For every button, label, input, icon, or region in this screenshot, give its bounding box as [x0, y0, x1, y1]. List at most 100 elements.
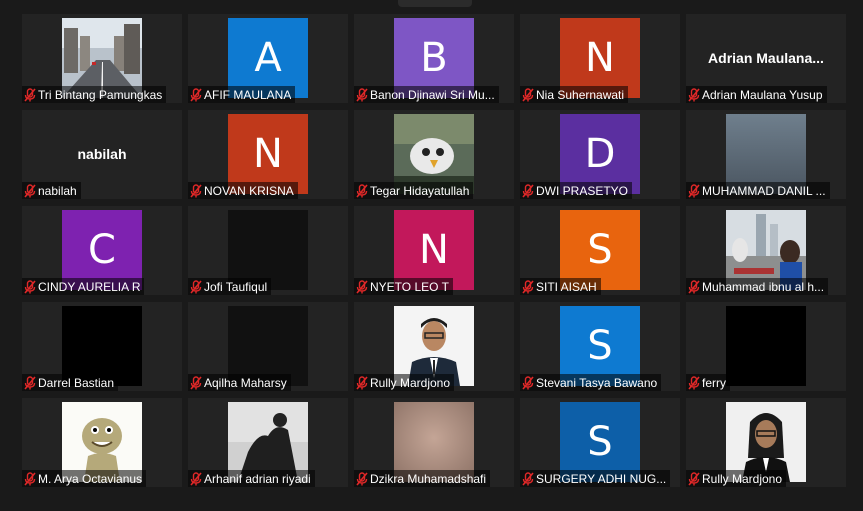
- participant-name-label: nabilah: [22, 182, 81, 199]
- participant-name: Rully Mardjono: [370, 375, 451, 390]
- participant-name: Nia Suhernawati: [536, 87, 625, 102]
- participant-tile[interactable]: Tri Bintang Pamungkas: [22, 14, 182, 103]
- participant-name: Stevani Tasya Bawano: [536, 375, 658, 390]
- muted-mic-icon: [22, 471, 38, 487]
- participant-name: CINDY AURELIA R: [38, 279, 141, 294]
- participant-name-label: Darrel Bastian: [22, 374, 119, 391]
- participant-name: MUHAMMAD DANIL ...: [702, 183, 826, 198]
- muted-mic-icon: [520, 375, 536, 391]
- muted-mic-icon: [188, 87, 204, 103]
- participant-tile[interactable]: Jofi Taufiqul: [188, 206, 348, 295]
- participant-tile[interactable]: nabilah nabilah: [22, 110, 182, 199]
- muted-mic-icon: [188, 279, 204, 295]
- muted-mic-icon: [520, 183, 536, 199]
- muted-mic-icon: [22, 279, 38, 295]
- muted-mic-icon: [188, 375, 204, 391]
- muted-mic-icon: [188, 183, 204, 199]
- participant-name: Rully Mardjono: [702, 471, 783, 486]
- muted-mic-icon: [354, 279, 370, 295]
- participant-name-label: Tegar Hidayatullah: [354, 182, 474, 199]
- participant-name: DWI PRASETYO: [536, 183, 629, 198]
- participant-tile[interactable]: S SURGERY ADHI NUG...: [520, 398, 680, 487]
- muted-mic-icon: [22, 375, 38, 391]
- participant-name: Arhanif adrian riyadi: [204, 471, 311, 486]
- participant-name-label: Tri Bintang Pamungkas: [22, 86, 167, 103]
- participant-name: Dzikra Muhamadshafi: [370, 471, 487, 486]
- muted-mic-icon: [520, 87, 536, 103]
- participant-name: AFIF MAULANA: [204, 87, 292, 102]
- participant-tile[interactable]: M. Arya Octavianus: [22, 398, 182, 487]
- participant-tile[interactable]: Dzikra Muhamadshafi: [354, 398, 514, 487]
- participant-tile[interactable]: N NOVAN KRISNA: [188, 110, 348, 199]
- participant-name-label: SITI AISAH: [520, 278, 601, 295]
- participant-name: NYETO LEO T: [370, 279, 449, 294]
- participant-tile[interactable]: A AFIF MAULANA: [188, 14, 348, 103]
- muted-mic-icon: [22, 87, 38, 103]
- participant-tile[interactable]: Rully Mardjono: [686, 398, 846, 487]
- muted-mic-icon: [354, 375, 370, 391]
- participant-tile[interactable]: Arhanif adrian riyadi: [188, 398, 348, 487]
- participant-name: Aqilha Maharsy: [204, 375, 287, 390]
- participant-name-label: Nia Suhernawati: [520, 86, 629, 103]
- participant-name: nabilah: [38, 183, 77, 198]
- muted-mic-icon: [22, 183, 38, 199]
- participant-name: Muhammad ibnu al h...: [702, 279, 825, 294]
- participant-tile[interactable]: N NYETO LEO T: [354, 206, 514, 295]
- participant-tile[interactable]: Muhammad ibnu al h...: [686, 206, 846, 295]
- participant-name-label: NYETO LEO T: [354, 278, 453, 295]
- muted-mic-icon: [520, 471, 536, 487]
- muted-mic-icon: [686, 279, 702, 295]
- muted-mic-icon: [686, 87, 702, 103]
- muted-mic-icon: [188, 471, 204, 487]
- participant-tile[interactable]: D DWI PRASETYO: [520, 110, 680, 199]
- muted-mic-icon: [686, 471, 702, 487]
- participant-tile[interactable]: Adrian Maulana... Adrian Maulana Yusup: [686, 14, 846, 103]
- muted-mic-icon: [354, 87, 370, 103]
- top-toolbar-tab[interactable]: [398, 0, 472, 7]
- participant-name-label: MUHAMMAD DANIL ...: [686, 182, 830, 199]
- participant-name-label: CINDY AURELIA R: [22, 278, 145, 295]
- participant-name-label: Muhammad ibnu al h...: [686, 278, 829, 295]
- participant-name: Jofi Taufiqul: [204, 279, 268, 294]
- participant-name: SURGERY ADHI NUG...: [536, 471, 667, 486]
- muted-mic-icon: [686, 183, 702, 199]
- participant-name-label: Arhanif adrian riyadi: [188, 470, 315, 487]
- participant-tile[interactable]: B Banon Djinawi Sri Mu...: [354, 14, 514, 103]
- participant-name: Adrian Maulana Yusup: [702, 87, 823, 102]
- gallery-grid: Tri Bintang Pamungkas A AFIF MAULANA B Ban…: [22, 14, 846, 487]
- participant-tile[interactable]: Darrel Bastian: [22, 302, 182, 391]
- participant-tile[interactable]: MUHAMMAD DANIL ...: [686, 110, 846, 199]
- participant-name-label: ferry: [686, 374, 730, 391]
- participant-name: Darrel Bastian: [38, 375, 115, 390]
- muted-mic-icon: [354, 183, 370, 199]
- participant-video: [726, 306, 806, 386]
- participant-tile[interactable]: N Nia Suhernawati: [520, 14, 680, 103]
- participant-name: Tegar Hidayatullah: [370, 183, 470, 198]
- participant-name: M. Arya Octavianus: [38, 471, 143, 486]
- participant-display-name: nabilah: [77, 146, 127, 162]
- participant-name-label: Rully Mardjono: [686, 470, 787, 487]
- muted-mic-icon: [520, 279, 536, 295]
- participant-name-label: Adrian Maulana Yusup: [686, 86, 827, 103]
- muted-mic-icon: [354, 471, 370, 487]
- participant-name-label: SURGERY ADHI NUG...: [520, 470, 671, 487]
- participant-display-name: Adrian Maulana...: [708, 50, 824, 66]
- participant-name: Tri Bintang Pamungkas: [38, 87, 163, 102]
- participant-name-label: Rully Mardjono: [354, 374, 455, 391]
- participant-tile[interactable]: Aqilha Maharsy: [188, 302, 348, 391]
- participant-name-label: Aqilha Maharsy: [188, 374, 291, 391]
- participant-name-label: Stevani Tasya Bawano: [520, 374, 662, 391]
- participant-tile[interactable]: Rully Mardjono: [354, 302, 514, 391]
- participant-tile[interactable]: Tegar Hidayatullah: [354, 110, 514, 199]
- muted-mic-icon: [686, 375, 702, 391]
- participant-name-label: Jofi Taufiqul: [188, 278, 272, 295]
- participant-name-label: Banon Djinawi Sri Mu...: [354, 86, 499, 103]
- participant-name: ferry: [702, 375, 726, 390]
- participant-tile[interactable]: S Stevani Tasya Bawano: [520, 302, 680, 391]
- participant-tile[interactable]: C CINDY AURELIA R: [22, 206, 182, 295]
- participant-name-label: NOVAN KRISNA: [188, 182, 298, 199]
- participant-name-label: DWI PRASETYO: [520, 182, 633, 199]
- participant-tile[interactable]: S SITI AISAH: [520, 206, 680, 295]
- participant-name-label: Dzikra Muhamadshafi: [354, 470, 491, 487]
- participant-tile[interactable]: ferry: [686, 302, 846, 391]
